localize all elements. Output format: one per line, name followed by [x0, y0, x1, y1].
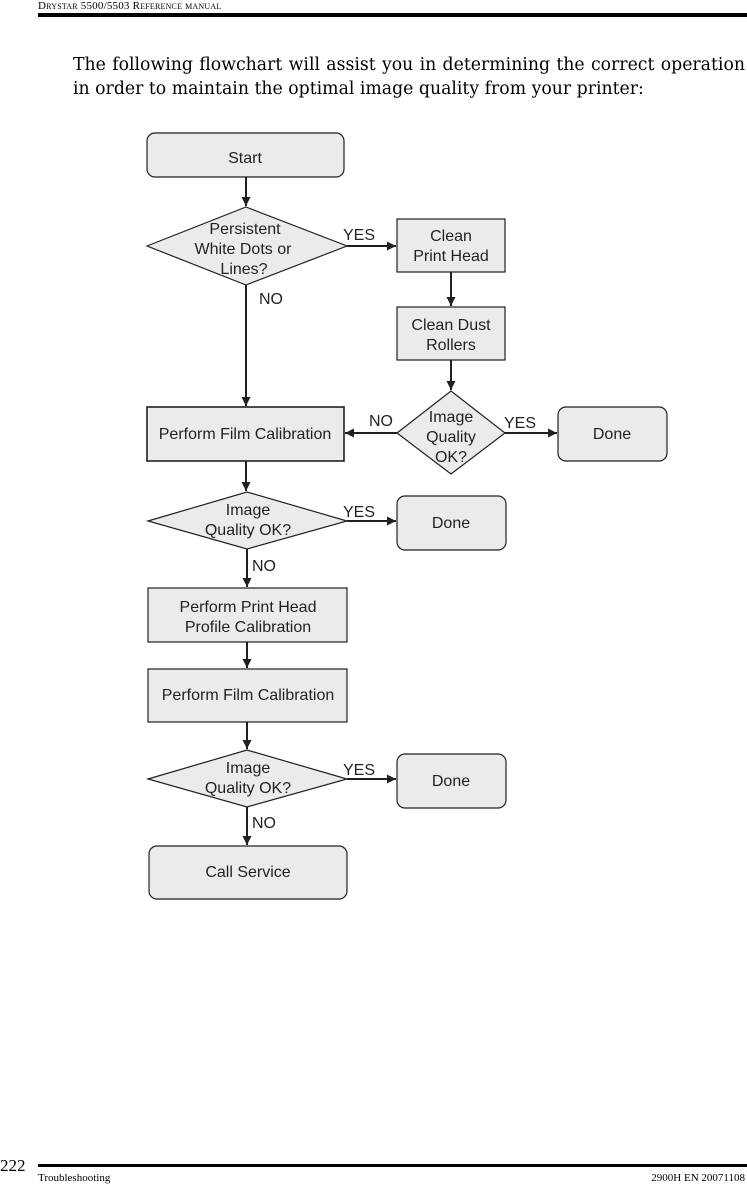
yes-label-4: YES [343, 762, 375, 779]
clean-rollers-label-2: Rollers [426, 337, 476, 354]
yes-label-1: YES [343, 227, 375, 244]
iq1-label-3: OK? [435, 449, 467, 466]
film-cal2-label: Perform Film Calibration [162, 687, 334, 704]
decision-image-quality-2 [145, 491, 350, 550]
no-label-1: NO [259, 291, 283, 308]
iq1-label-1: Image [429, 409, 474, 426]
page-number: 222 [0, 1156, 26, 1175]
persistent-label-2: White Dots or [195, 241, 293, 258]
decision-image-quality-3 [145, 749, 350, 808]
footer-doc-id: 2900H EN 20071108 [651, 1172, 745, 1184]
done2-label: Done [432, 515, 470, 532]
start-label: Start [228, 150, 262, 167]
done3-label: Done [432, 773, 470, 790]
iq2-label-2: Quality OK? [205, 522, 291, 539]
done1-label: Done [593, 426, 631, 443]
yes-label-3: YES [343, 504, 375, 521]
no-label-4: NO [252, 815, 276, 832]
profile-cal-label-2: Profile Calibration [185, 619, 311, 636]
iq3-label-1: Image [226, 760, 271, 777]
footer-section: Troubleshooting [38, 1172, 111, 1184]
clean-rollers-label-1: Clean Dust [411, 317, 491, 334]
no-label-3: NO [252, 558, 276, 575]
call-service-label: Call Service [205, 864, 290, 881]
iq3-label-2: Quality OK? [205, 780, 291, 797]
persistent-label-1: Persistent [209, 221, 281, 238]
no-label-2: NO [369, 413, 393, 430]
persistent-label-3: Lines? [220, 261, 267, 278]
flowchart: Start Persistent White Dots or Lines? Cl… [145, 132, 668, 900]
clean-head-label-1: Clean [430, 228, 472, 245]
iq1-label-2: Quality [426, 429, 476, 446]
footer-rule [38, 1164, 747, 1167]
profile-cal-label-1: Perform Print Head [180, 599, 317, 616]
yes-label-2: YES [504, 415, 536, 432]
iq2-label-1: Image [226, 502, 271, 519]
film-cal1-label: Perform Film Calibration [159, 426, 331, 443]
clean-head-label-2: Print Head [413, 248, 489, 265]
